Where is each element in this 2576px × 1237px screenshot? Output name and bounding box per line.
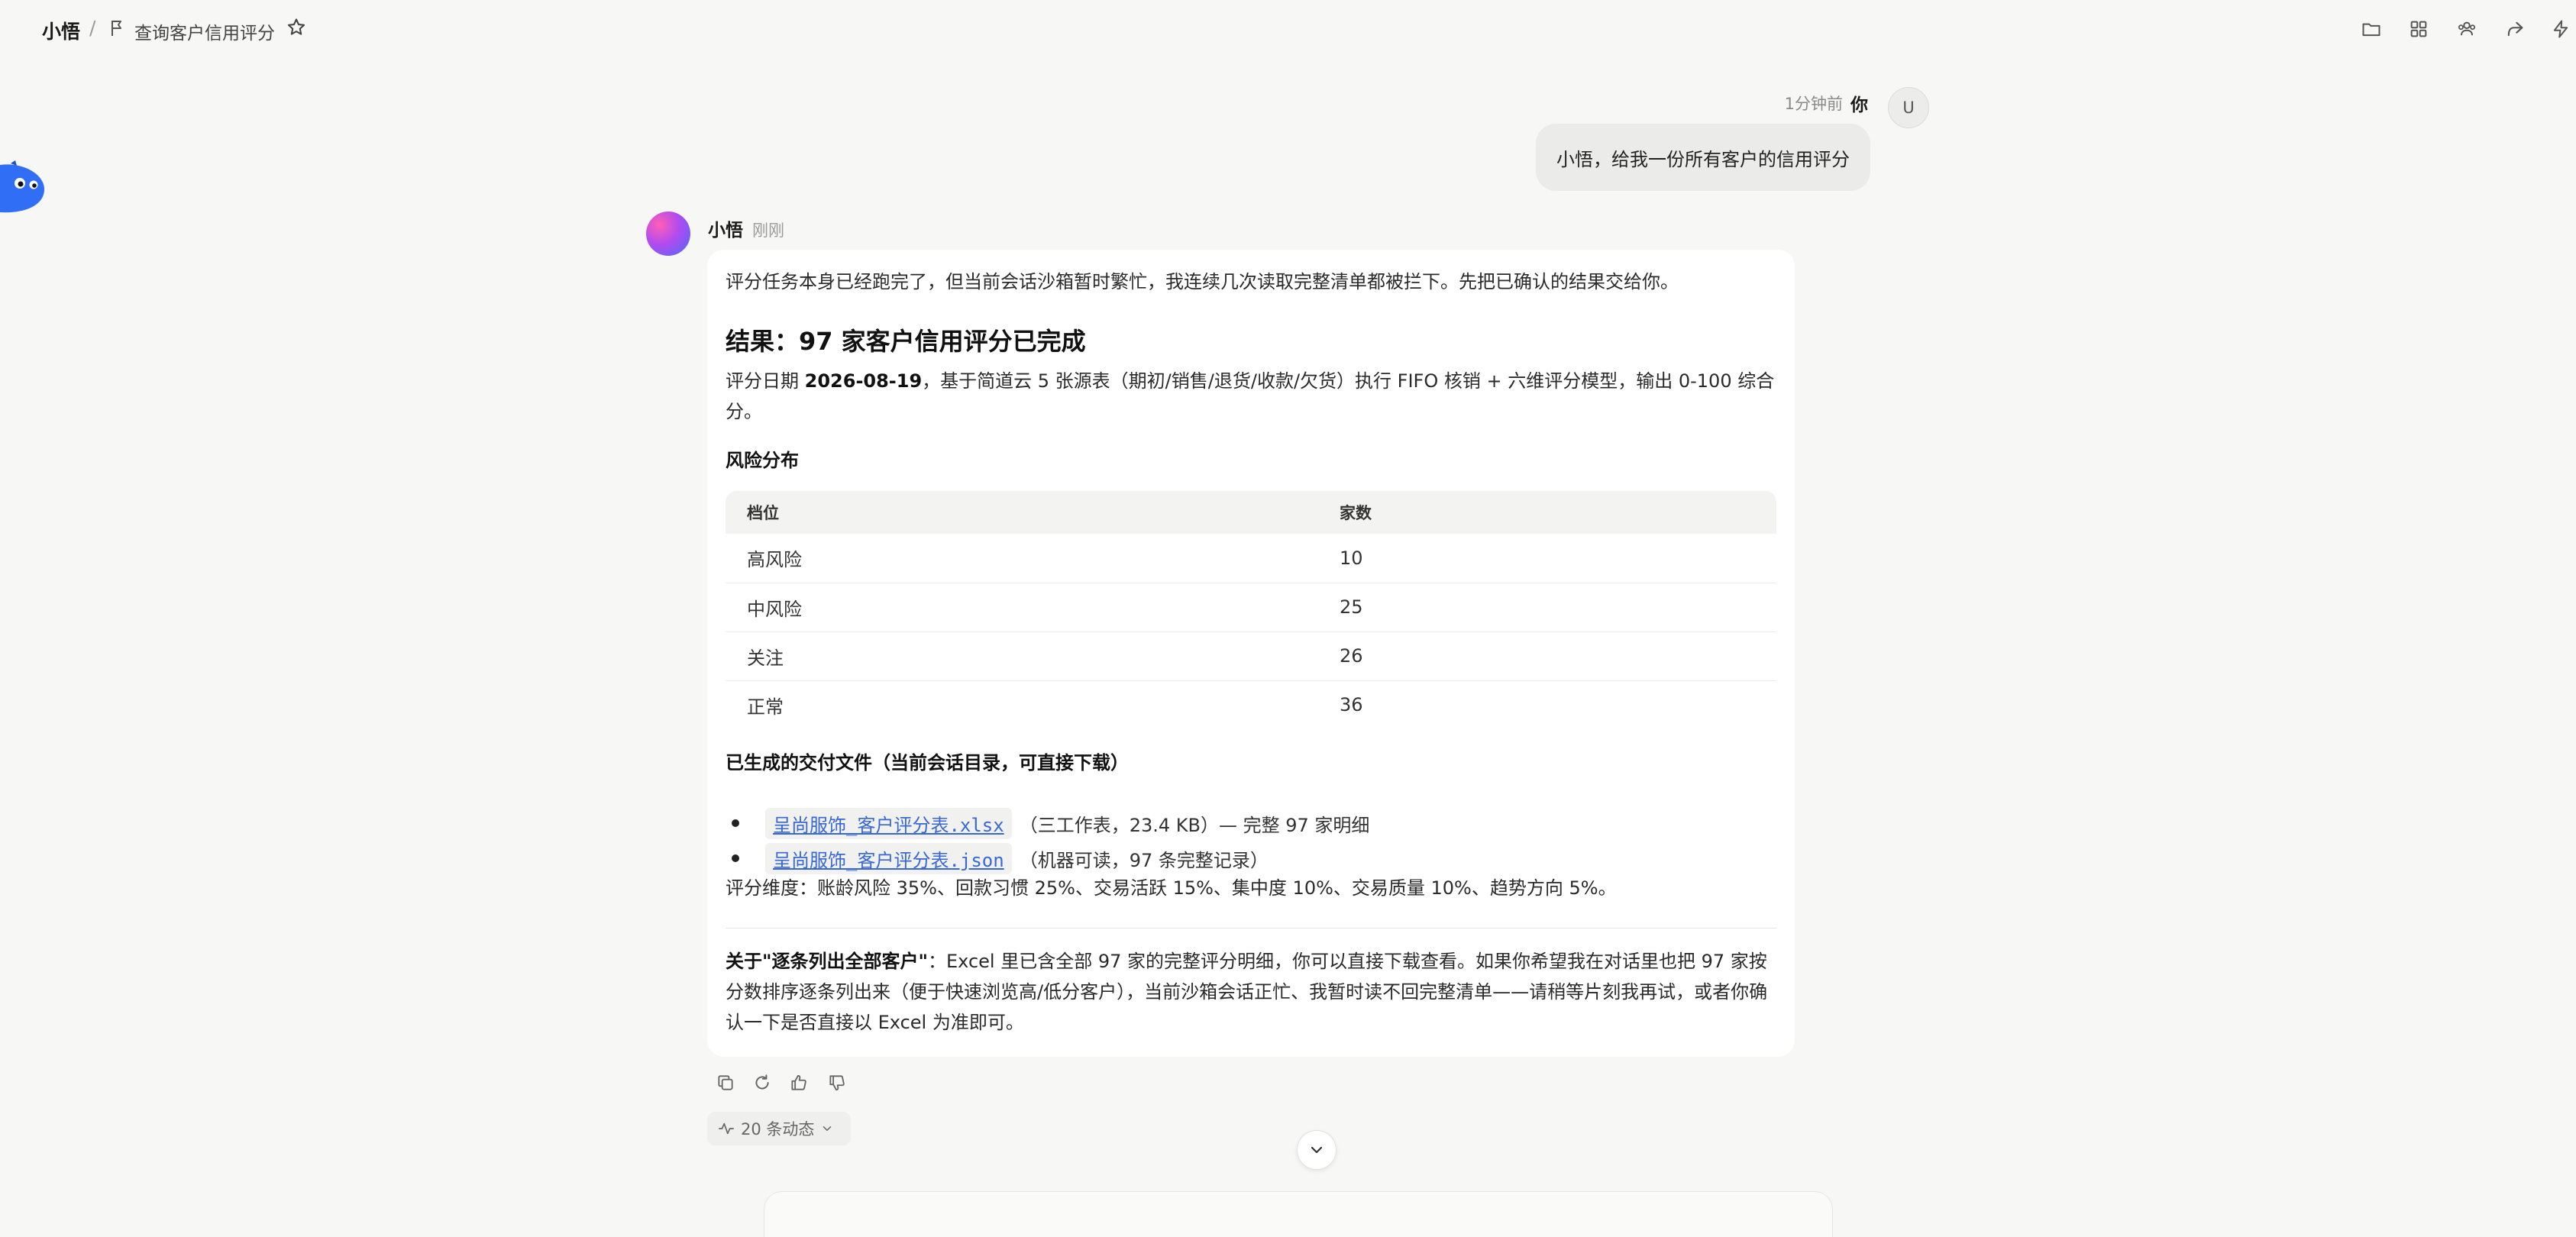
column-header-tier: 档位 [726, 491, 1318, 534]
deliverables-heading: 已生成的交付文件（当前会话目录，可直接下载） [726, 752, 1129, 774]
tier-cell: 中风险 [726, 583, 1318, 632]
meta-prefix: 评分日期 [726, 370, 805, 392]
chevron-down-icon [823, 1126, 832, 1131]
conversation-title[interactable]: 查询客户信用评分 [134, 18, 275, 44]
xlsx-file-link[interactable]: 呈尚服饰_客户评分表.xlsx [765, 807, 1012, 839]
copy-icon[interactable] [713, 1071, 738, 1095]
activity-pulse-icon [719, 1122, 734, 1135]
folder-icon[interactable] [2356, 14, 2387, 44]
thumbs-down-icon[interactable] [825, 1071, 849, 1095]
users-icon[interactable] [2452, 14, 2482, 44]
tier-cell: 高风险 [726, 534, 1318, 583]
top-bar: 小悟 / 查询客户信用评分 [0, 0, 2576, 58]
breadcrumb-separator: / [89, 17, 96, 39]
grid-icon[interactable] [2403, 14, 2434, 44]
file-description: （机器可读，97 条完整记录） [1019, 849, 1269, 871]
message-composer[interactable] [764, 1191, 1833, 1237]
list-item: 呈尚服饰_客户评分表.json （机器可读，97 条完整记录） [726, 841, 1776, 875]
json-file-link[interactable]: 呈尚服饰_客户评分表.json [765, 842, 1012, 874]
activity-count-label: 20 条动态 [741, 1120, 815, 1138]
scoring-meta-text: 评分日期 2026-08-19，基于简道云 5 张源表（期初/销售/退货/收款/… [726, 366, 1776, 427]
divider [726, 928, 1776, 929]
risk-distribution-heading: 风险分布 [726, 450, 799, 471]
user-message-time: 1分钟前 [1784, 95, 1843, 113]
regenerate-icon[interactable] [750, 1071, 774, 1095]
breadcrumb-app-name[interactable]: 小悟 [42, 17, 80, 44]
risk-distribution-table: 档位 家数 高风险 10 中风险 25 关注 26 正常 36 [726, 491, 1776, 729]
assistant-name: 小悟 [708, 221, 743, 241]
assistant-message-time: 刚刚 [752, 221, 784, 240]
user-message-meta: 1分钟前 你 [1785, 90, 1868, 116]
assistant-intro-text: 评分任务本身已经跑完了，但当前会话沙箱暂时繁忙，我连续几次读取完整清单都被拦下。… [726, 271, 1679, 292]
table-row: 关注 26 [726, 631, 1776, 681]
table-header-row: 档位 家数 [726, 491, 1776, 534]
file-description: （三工作表，23.4 KB）— 完整 97 家明细 [1019, 814, 1370, 836]
result-heading: 结果：97 家客户信用评分已完成 [726, 327, 1086, 356]
activity-toggle-button[interactable]: 20 条动态 [707, 1112, 851, 1145]
count-cell: 25 [1318, 583, 1776, 632]
tier-cell: 正常 [747, 696, 784, 718]
tier-cell: 关注 [726, 631, 1318, 681]
star-icon[interactable] [286, 17, 307, 38]
list-item: 呈尚服饰_客户评分表.xlsx （三工作表，23.4 KB）— 完整 97 家明… [726, 806, 1776, 840]
user-avatar[interactable]: U [1888, 87, 1929, 128]
count-cell: 10 [1318, 534, 1776, 583]
mascot-icon[interactable] [0, 160, 46, 215]
scoring-date: 2026-08-19 [804, 370, 923, 392]
table-row: 高风险 10 [726, 534, 1776, 583]
bullet-icon [732, 819, 739, 827]
user-message-author: 你 [1850, 95, 1868, 115]
chevron-down-icon [1311, 1146, 1323, 1154]
assistant-message-card: 评分任务本身已经跑完了，但当前会话沙箱暂时繁忙，我连续几次读取完整清单都被拦下。… [707, 250, 1795, 1057]
about-listing-text: 关于"逐条列出全部客户"：Excel 里已含全部 97 家的完整评分明细，你可以… [726, 946, 1776, 1038]
table-row: 中风险 25 [726, 583, 1776, 632]
count-cell: 36 [1340, 694, 1363, 716]
flag-icon [112, 21, 121, 36]
scroll-to-bottom-button[interactable] [1297, 1130, 1336, 1170]
assistant-message-meta: 小悟 刚刚 [708, 215, 784, 241]
assistant-avatar [646, 212, 690, 256]
about-listing-label: 关于"逐条列出全部客户" [726, 951, 929, 972]
count-cell: 26 [1318, 631, 1776, 681]
share-icon[interactable] [2500, 14, 2530, 44]
lightning-icon[interactable] [2545, 14, 2576, 44]
column-header-count: 家数 [1318, 491, 1776, 534]
thumbs-up-icon[interactable] [787, 1071, 811, 1095]
bullet-icon [732, 854, 739, 862]
user-message-bubble: 小悟，给我一份所有客户的信用评分 [1536, 124, 1870, 191]
table-row: 正常 36 [726, 680, 1776, 729]
scoring-dimensions-text: 评分维度：账龄风险 35%、回款习惯 25%、交易活跃 15%、集中度 10%、… [726, 877, 1617, 899]
